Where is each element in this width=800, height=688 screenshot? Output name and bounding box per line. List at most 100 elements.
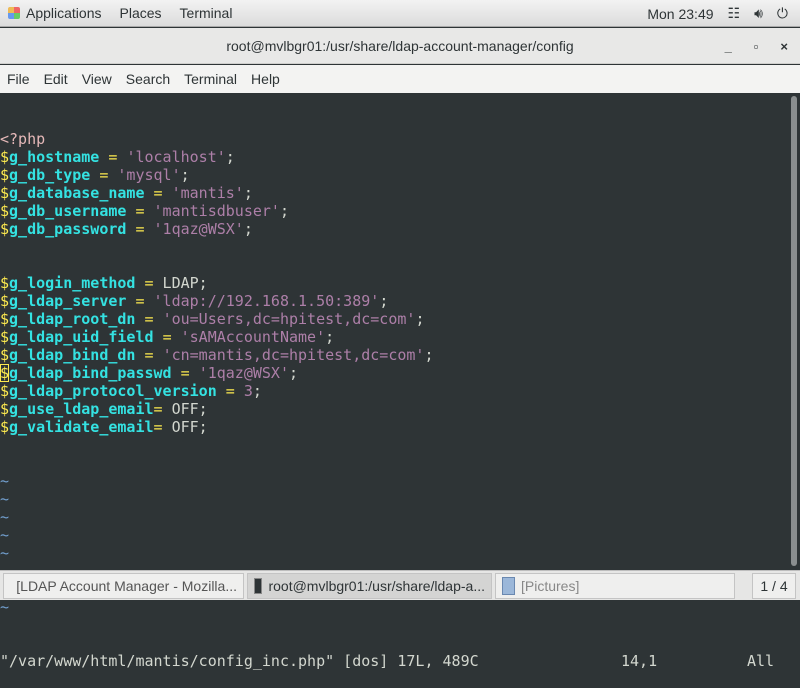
applications-icon [8,7,20,19]
code-token: = [145,346,154,364]
terminal-view[interactable]: <?php$g_hostname = 'localhost';$g_db_typ… [0,93,788,570]
code-token: g_use_ldap_email [9,400,154,418]
tilde-marker: ~ [0,472,788,490]
menu-edit[interactable]: Edit [44,71,68,87]
terminal-app-menu[interactable]: Terminal [175,5,246,21]
code-token: = [154,184,163,202]
task-pictures[interactable]: [Pictures] [495,573,735,599]
code-line: $g_db_type = 'mysql'; [0,166,788,184]
code-token: LDAP; [154,274,208,292]
code-token: '1qaz@WSX' [154,220,244,238]
menu-view[interactable]: View [82,71,112,87]
code-token: $ [0,400,9,418]
code-token: <?php [0,130,45,148]
tilde-marker: ~ [0,508,788,526]
code-token [135,346,144,364]
code-token [145,292,154,310]
code-token: $ [0,382,9,400]
menu-help[interactable]: Help [251,71,280,87]
power-icon[interactable]: ⏻ [777,5,788,22]
code-token: '1qaz@WSX' [199,364,289,382]
code-token: 3 [244,382,253,400]
code-token: 'mantis' [172,184,244,202]
volume-icon[interactable]: 🔊︎ [754,5,763,22]
code-token: = [145,310,154,328]
code-token [145,220,154,238]
code-line: $g_ldap_protocol_version = 3; [0,382,788,400]
code-line: $g_ldap_uid_field = 'sAMAccountName'; [0,328,788,346]
code-token: OFF; [163,400,208,418]
scrollbar-thumb[interactable] [791,96,797,566]
code-token: ; [289,364,298,382]
code-token: ; [325,328,334,346]
code-token: g_hostname [9,148,99,166]
menu-file[interactable]: File [7,71,30,87]
tilde-marker: ~ [0,526,788,544]
menu-terminal[interactable]: Terminal [184,71,237,87]
code-token: = [135,220,144,238]
code-token: ; [253,382,262,400]
code-token: g_ldap_bind_passwd [9,364,172,382]
code-token: ; [244,220,253,238]
scrollbar[interactable] [788,93,800,570]
code-token: g_login_method [9,274,135,292]
code-token [235,382,244,400]
task-terminal[interactable]: root@mvlbgr01:/usr/share/ldap-a... [247,573,492,599]
code-line: $g_ldap_server = 'ldap://192.168.1.50:38… [0,292,788,310]
applications-menu[interactable]: Applications [26,5,115,21]
code-token: g_ldap_protocol_version [9,382,217,400]
vim-status-line: "/var/www/html/mantis/config_inc.php" [d… [0,652,788,670]
code-line: $g_hostname = 'localhost'; [0,148,788,166]
code-token [172,328,181,346]
code-token: = [163,328,172,346]
places-menu[interactable]: Places [115,5,175,21]
workspace-pager[interactable]: 1 / 4 [752,573,796,599]
code-token: g_db_username [9,202,126,220]
clock[interactable]: Mon 23:49 [647,6,713,22]
code-token: g_validate_email [9,418,154,436]
task-label: [Pictures] [521,578,579,594]
close-button[interactable]: × [780,39,788,54]
code-token: $ [0,328,9,346]
code-token: ; [379,292,388,310]
code-token: ; [424,346,433,364]
code-token [145,202,154,220]
code-token: 'mantisdbuser' [154,202,280,220]
code-line: $g_validate_email= OFF; [0,418,788,436]
task-label: [LDAP Account Manager - Mozilla... [16,578,237,594]
code-token: g_db_type [9,166,90,184]
code-line [0,238,788,256]
code-token: 'ou=Users,dc=hpitest,dc=com' [163,310,416,328]
code-line: $g_db_username = 'mantisdbuser'; [0,202,788,220]
menu-search[interactable]: Search [126,71,170,87]
code-token: = [154,418,163,436]
code-token: $ [0,220,9,238]
status-scroll: All [747,652,774,670]
code-token [90,166,99,184]
menubar: File Edit View Search Terminal Help [0,65,800,93]
status-file-info: "/var/www/html/mantis/config_inc.php" [d… [0,652,621,670]
code-token: ; [181,166,190,184]
code-token: $ [0,184,9,202]
code-line: $g_ldap_bind_dn = 'cn=mantis,dc=hpitest,… [0,346,788,364]
code-token: = [135,292,144,310]
text-cursor: $ [0,364,9,382]
status-cursor-position: 14,1 [621,652,747,670]
code-token [154,328,163,346]
task-firefox[interactable]: [LDAP Account Manager - Mozilla... [3,573,244,599]
file-cabinet-icon [502,577,515,595]
code-token: $ [0,274,9,292]
network-icon[interactable]: ☷ [728,5,741,22]
minimize-button[interactable]: _ [725,39,732,54]
code-token: $ [0,310,9,328]
code-token: 'mysql' [117,166,180,184]
code-token [154,310,163,328]
maximize-button[interactable]: ▫ [754,39,759,54]
code-token: ; [244,184,253,202]
code-token: OFF; [163,418,208,436]
taskbar: [LDAP Account Manager - Mozilla... root@… [0,570,800,600]
code-token: $ [0,148,9,166]
code-line: <?php [0,130,788,148]
code-line [0,256,788,274]
code-line: $g_database_name = 'mantis'; [0,184,788,202]
